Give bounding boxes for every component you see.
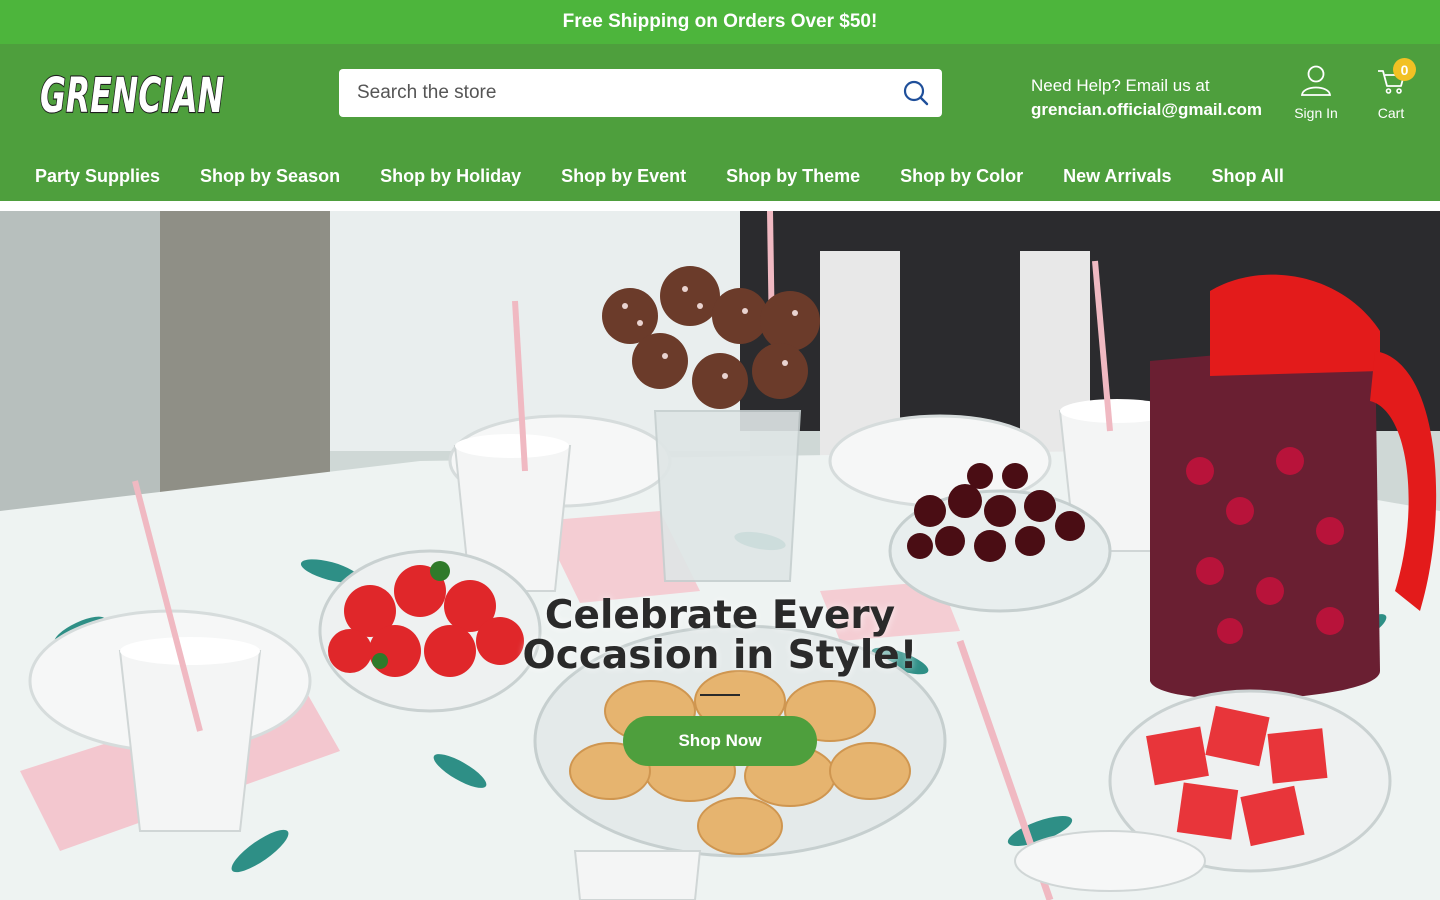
nav-party-supplies[interactable]: Party Supplies (35, 166, 160, 187)
help-email-link[interactable]: grencian.official@gmail.com (1031, 98, 1262, 122)
cart-count-badge: 0 (1393, 58, 1416, 81)
main-nav: Party Supplies Shop by Season Shop by Ho… (0, 152, 1324, 200)
header-spacer (0, 201, 1440, 211)
nav-shop-by-color[interactable]: Shop by Color (900, 166, 1023, 187)
user-icon (1301, 65, 1331, 96)
hero-title: Celebrate Every Occasion in Style! (522, 593, 918, 678)
site-header: GRENCIAN Need Help? Email us at grencian… (0, 44, 1440, 201)
hero-content: Celebrate Every Occasion in Style! Shop … (0, 596, 1440, 766)
hero-image (0, 211, 1440, 900)
shop-now-button[interactable]: Shop Now (623, 716, 817, 766)
nav-shop-by-season[interactable]: Shop by Season (200, 166, 340, 187)
hero-divider (700, 694, 740, 696)
nav-shop-all[interactable]: Shop All (1212, 166, 1284, 187)
search-icon (903, 80, 929, 106)
header-top: GRENCIAN Need Help? Email us at grencian… (0, 44, 1440, 144)
search-bar (339, 69, 942, 117)
help-contact: Need Help? Email us at grencian.official… (1031, 74, 1262, 122)
cart-button[interactable]: 0 Cart (1364, 58, 1418, 121)
logo-wordmark: GRENCIAN (40, 68, 224, 124)
nav-shop-by-event[interactable]: Shop by Event (561, 166, 686, 187)
cart-label: Cart (1377, 105, 1405, 121)
sign-in-label: Sign In (1294, 105, 1338, 121)
announcement-text: Free Shipping on Orders Over $50! (562, 11, 878, 32)
search-input[interactable] (339, 69, 890, 117)
brand-logo[interactable]: GRENCIAN (38, 62, 228, 124)
nav-new-arrivals[interactable]: New Arrivals (1063, 166, 1171, 187)
nav-shop-by-theme[interactable]: Shop by Theme (726, 166, 860, 187)
hero-banner: Celebrate Every Occasion in Style! Shop … (0, 211, 1440, 900)
search-button[interactable] (890, 69, 942, 117)
sign-in-button[interactable]: Sign In (1286, 64, 1346, 121)
announcement-bar: Free Shipping on Orders Over $50! (0, 0, 1440, 44)
nav-shop-by-holiday[interactable]: Shop by Holiday (380, 166, 521, 187)
help-label: Need Help? Email us at (1031, 76, 1210, 95)
